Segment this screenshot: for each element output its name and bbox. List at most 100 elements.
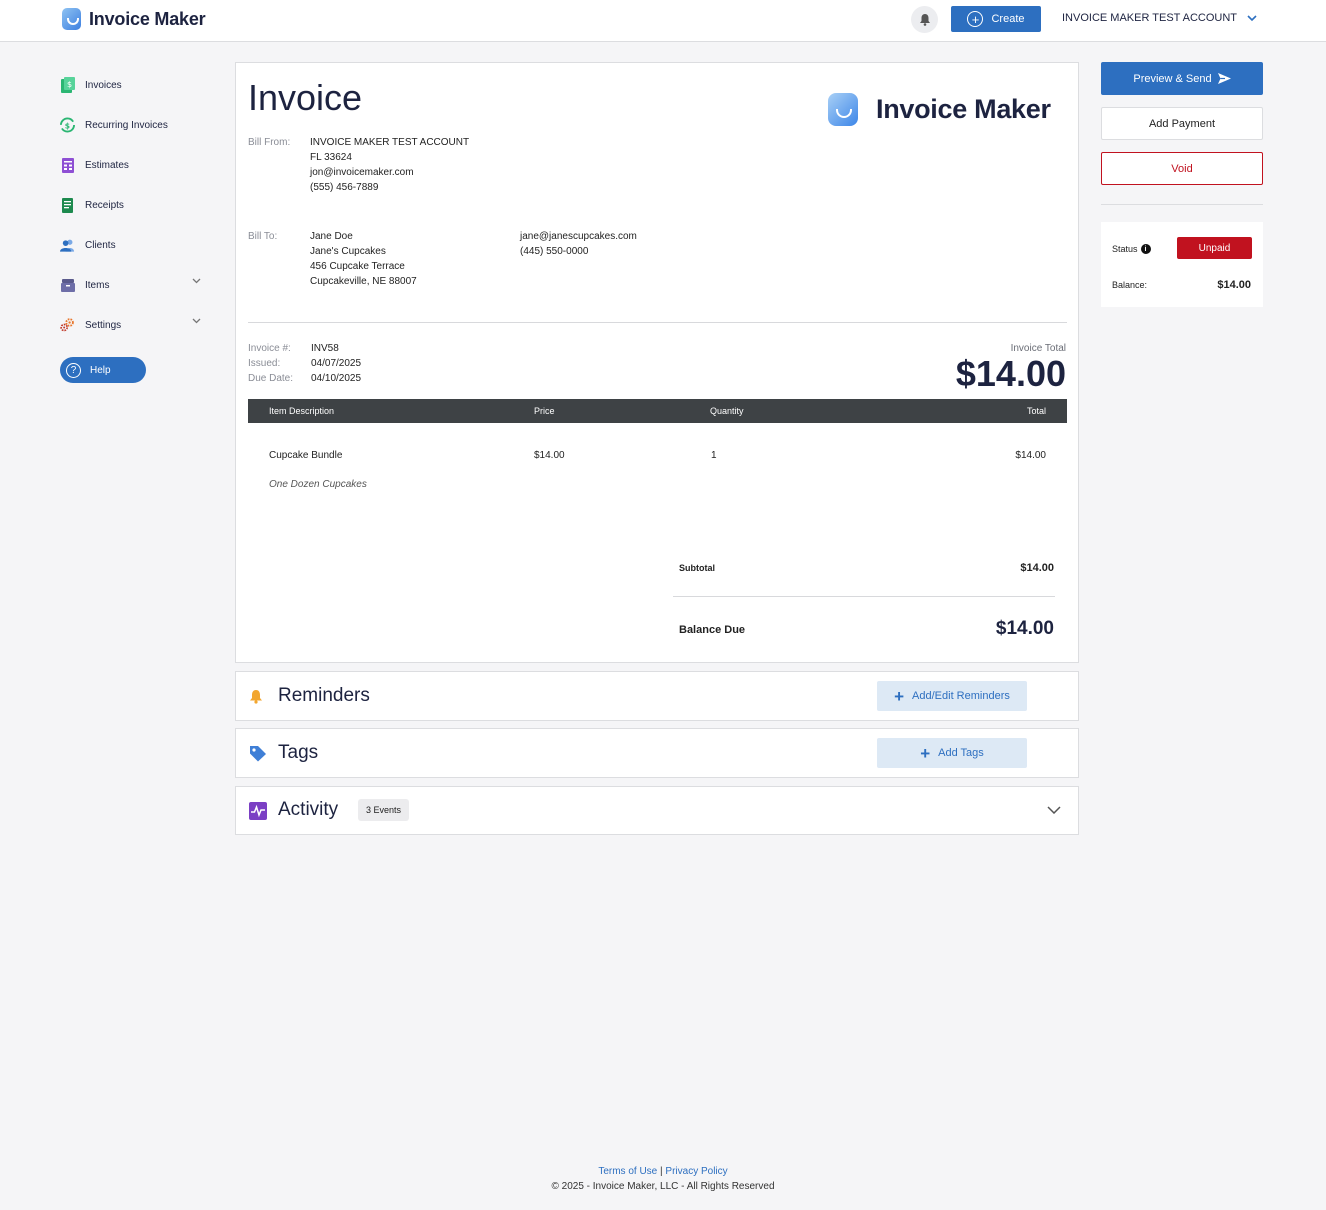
svg-text:$: $ <box>65 121 70 130</box>
account-menu[interactable]: INVOICE MAKER TEST ACCOUNT <box>1062 12 1257 24</box>
item-quantity: 1 <box>711 450 717 461</box>
void-label: Void <box>1171 162 1193 175</box>
item-price: $14.00 <box>534 450 565 461</box>
activity-section[interactable]: Activity 3 Events <box>235 786 1079 835</box>
balance-due-value: $14.00 <box>995 618 1054 639</box>
reminders-section: Reminders + Add/Edit Reminders <box>235 671 1079 721</box>
item-name: Cupcake Bundle <box>269 450 343 461</box>
invoice-number-label: Invoice #: <box>248 343 291 354</box>
balance-label: Balance: <box>1112 280 1148 290</box>
settings-icon <box>60 318 75 333</box>
add-tags-label: Add Tags <box>938 747 984 759</box>
info-icon[interactable]: i <box>1140 244 1151 254</box>
sidebar-item-label: Recurring Invoices <box>85 119 168 131</box>
bill-to-email: jane@janescupcakes.com <box>520 231 637 242</box>
sidebar-item-invoices[interactable]: $ Invoices <box>55 65 207 105</box>
column-header-description: Item Description <box>269 406 335 416</box>
sidebar-item-label: Estimates <box>85 159 129 171</box>
bill-to-contact: jane@janescupcakes.com (445) 550-0000 <box>520 229 637 259</box>
chevron-down-icon[interactable] <box>192 318 201 324</box>
bill-from-email: jon@invoicemaker.com <box>310 167 414 178</box>
invoice-icon: $ <box>60 77 75 93</box>
table-row: Cupcake Bundle $14.00 1 $14.00 <box>248 443 1067 463</box>
add-payment-label: Add Payment <box>1148 117 1216 130</box>
sidebar-item-label: Clients <box>85 239 116 251</box>
brand-name: Invoice Maker <box>89 8 206 29</box>
invoice-meta-labels: Invoice #: Issued: Due Date: <box>248 341 293 386</box>
plus-icon: + <box>920 743 931 763</box>
sidebar-item-items[interactable]: Items <box>55 265 207 305</box>
items-icon <box>60 278 75 293</box>
sidebar-item-receipts[interactable]: Receipts <box>55 185 207 225</box>
status-badge[interactable]: Unpaid <box>1177 237 1252 259</box>
sidebar-item-label: Receipts <box>85 199 124 211</box>
balance-due-label: Balance Due <box>679 624 746 636</box>
add-tags-button[interactable]: + Add Tags <box>877 738 1027 768</box>
top-bar: Invoice Maker + Create INVOICE MAKER TES… <box>0 0 1326 42</box>
balance-value: $14.00 <box>1217 279 1251 291</box>
divider <box>1101 204 1263 205</box>
subtotal-value: $14.00 <box>1020 562 1054 574</box>
status-label-group: Status i <box>1112 244 1151 254</box>
invoice-card: Invoice Invoice Maker Bill From: INVOICE… <box>235 62 1079 663</box>
add-payment-button[interactable]: Add Payment <box>1101 107 1263 140</box>
bill-to-phone: (445) 550-0000 <box>520 246 589 257</box>
divider <box>673 596 1055 597</box>
reminders-title: Reminders <box>278 685 370 706</box>
sidebar-item-label: Invoices <box>85 79 122 91</box>
tags-section: Tags + Add Tags <box>235 728 1079 778</box>
bill-to-company: Jane's Cupcakes <box>310 246 386 257</box>
svg-text:$: $ <box>67 80 72 89</box>
footer-separator: | <box>660 1166 663 1177</box>
subtotal-label: Subtotal <box>679 563 715 573</box>
help-button[interactable]: ? Help <box>60 357 146 383</box>
add-edit-reminders-label: Add/Edit Reminders <box>912 690 1010 702</box>
bill-from-block: INVOICE MAKER TEST ACCOUNT FL 33624 jon@… <box>310 135 469 195</box>
privacy-policy-link[interactable]: Privacy Policy <box>665 1166 727 1177</box>
tag-icon <box>250 746 266 762</box>
issued-label: Issued: <box>248 358 281 369</box>
preview-send-label: Preview & Send <box>1133 72 1212 85</box>
create-button[interactable]: + Create <box>951 6 1041 32</box>
estimate-icon <box>60 157 75 173</box>
invoice-number: INV58 <box>311 343 339 354</box>
preview-send-button[interactable]: Preview & Send <box>1101 62 1263 95</box>
column-header-price: Price <box>534 406 555 416</box>
sidebar-item-settings[interactable]: Settings <box>55 305 207 345</box>
void-button[interactable]: Void <box>1101 152 1263 185</box>
sidebar-item-clients[interactable]: Clients <box>55 225 207 265</box>
brand[interactable]: Invoice Maker <box>62 8 206 30</box>
receipt-icon <box>60 197 75 213</box>
status-panel: Status i Unpaid Balance: $14.00 <box>1101 222 1263 307</box>
bill-from-phone: (555) 456-7889 <box>310 182 379 193</box>
column-header-total: Total <box>1026 406 1046 416</box>
bill-from-name: INVOICE MAKER TEST ACCOUNT <box>310 137 470 148</box>
bell-icon <box>919 14 930 26</box>
sidebar-item-recurring-invoices[interactable]: $ Recurring Invoices <box>55 105 207 145</box>
copyright: © 2025 - Invoice Maker, LLC - All Rights… <box>551 1181 775 1192</box>
sidebar: $ Invoices $ Recurring Invoices Estimate… <box>55 65 207 383</box>
tags-title: Tags <box>278 742 319 763</box>
invoice-total: $14.00 <box>955 353 1066 394</box>
events-count-badge: 3 Events <box>358 799 410 821</box>
sidebar-item-estimates[interactable]: Estimates <box>55 145 207 185</box>
notifications-button[interactable] <box>911 6 938 33</box>
invoice-maker-logo-icon <box>828 93 858 126</box>
sidebar-item-label: Items <box>85 279 110 291</box>
invoice-logo: Invoice Maker <box>828 93 1051 126</box>
issued-date: 04/07/2025 <box>311 358 362 369</box>
invoice-meta-values: INV58 04/07/2025 04/10/2025 <box>311 341 361 386</box>
clients-icon <box>60 238 75 253</box>
chevron-down-icon[interactable] <box>192 278 201 284</box>
add-edit-reminders-button[interactable]: + Add/Edit Reminders <box>877 681 1027 711</box>
due-date: 04/10/2025 <box>311 373 362 384</box>
help-icon: ? <box>66 362 81 378</box>
item-total: $14.00 <box>1015 450 1046 461</box>
bill-to-name: Jane Doe <box>310 231 353 242</box>
invoice-title: Invoice <box>248 77 363 118</box>
bell-icon <box>250 690 262 704</box>
bill-to-label: Bill To: <box>248 231 278 242</box>
chevron-down-icon <box>1247 14 1257 21</box>
terms-of-use-link[interactable]: Terms of Use <box>598 1166 657 1177</box>
chevron-down-icon[interactable] <box>1047 806 1061 814</box>
